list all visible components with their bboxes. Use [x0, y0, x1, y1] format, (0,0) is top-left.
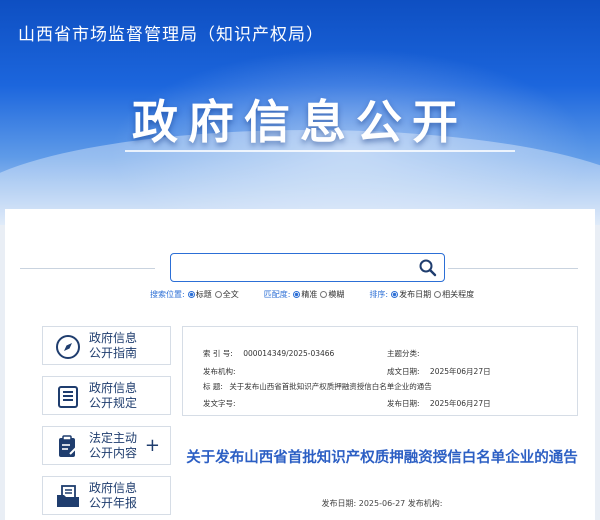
sidebar-label-line1: 政府信息	[89, 381, 138, 395]
sidebar-label-line1: 法定主动	[89, 431, 138, 445]
compass-icon	[56, 335, 80, 359]
search-options: 搜索位置: 标题 全文 匹配度: 精准 模糊 排序: 发布日期 相关程度	[150, 289, 499, 300]
sidebar-label-line1: 政府信息	[89, 481, 138, 495]
info-docno-label: 发文字号:	[203, 399, 236, 408]
expand-plus-icon[interactable]: +	[145, 435, 160, 456]
radio-exact[interactable]: 精准	[293, 289, 317, 300]
radio-title[interactable]: 标题	[187, 289, 212, 300]
radio-dot[interactable]	[187, 291, 195, 298]
info-created-label: 成文日期:	[387, 367, 420, 376]
radio-fuzzy[interactable]: 模糊	[320, 289, 344, 300]
search-divider-left	[20, 268, 155, 269]
sidebar-item-disclosure-guide[interactable]: 政府信息 公开指南	[42, 326, 171, 365]
info-published: 发布日期: 2025年06月27日	[387, 398, 491, 409]
info-org-label: 发布机构:	[203, 367, 236, 376]
info-created: 成文日期: 2025年06月27日	[387, 366, 491, 377]
site-name[interactable]: 山西省市场监督管理局（知识产权局）	[18, 20, 324, 45]
radio-publish-date[interactable]: 发布日期	[391, 289, 431, 300]
radio-relevance-label: 相关程度	[442, 290, 475, 299]
radio-title-label: 标题	[195, 290, 212, 299]
match-group: 匹配度: 精准 模糊	[264, 289, 348, 300]
document-info-table	[182, 326, 578, 416]
info-docno: 发文字号:	[203, 398, 236, 409]
notice-title: 关于发布山西省首批知识产权质押融资授信白名单企业的通告	[186, 450, 578, 466]
search-divider-right	[448, 268, 578, 269]
info-created-value: 2025年06月27日	[429, 367, 491, 376]
banner-divider	[125, 150, 515, 152]
info-published-value: 2025年06月27日	[429, 399, 491, 408]
banner-title: 政府信息公开	[132, 95, 468, 149]
list-document-icon	[58, 386, 78, 408]
radio-relevance[interactable]: 相关程度	[434, 289, 474, 300]
info-index-value: 000014349/2025-03466	[243, 349, 335, 358]
search-position-group: 搜索位置: 标题 全文	[150, 289, 242, 300]
sidebar-item-label: 政府信息 公开指南	[89, 331, 151, 361]
radio-dot[interactable]	[214, 291, 222, 298]
radio-dot[interactable]	[434, 291, 442, 298]
notice-meta: 发布日期: 2025-06-27 发布机构:	[321, 499, 443, 508]
sidebar-label-line1: 政府信息	[89, 331, 138, 345]
sort-label: 排序:	[369, 290, 389, 299]
info-category: 主题分类:	[387, 348, 420, 359]
info-title: 标 题: 关于发布山西省首批知识产权质押融资授信白名单企业的通告	[203, 381, 432, 392]
sidebar-item-annual-report[interactable]: 政府信息 公开年报	[42, 476, 171, 515]
radio-dot[interactable]	[391, 291, 399, 298]
search-position-label: 搜索位置:	[150, 290, 185, 299]
sidebar-label-line2: 公开年报	[89, 496, 138, 510]
sidebar-item-label: 法定主动 公开内容	[89, 431, 151, 461]
radio-fulltext[interactable]: 全文	[214, 289, 239, 300]
info-category-label: 主题分类:	[387, 349, 420, 358]
info-published-label: 发布日期:	[387, 399, 420, 408]
sidebar-item-mandatory-content[interactable]: 法定主动 公开内容 +	[42, 426, 171, 465]
info-title-label: 标 题:	[203, 382, 223, 391]
radio-dot[interactable]	[293, 291, 301, 298]
sidebar-item-disclosure-rules[interactable]: 政府信息 公开规定	[42, 376, 171, 415]
radio-fuzzy-label: 模糊	[328, 290, 345, 299]
info-index-label: 索 引 号:	[203, 349, 233, 358]
clipboard-edit-icon	[59, 435, 78, 457]
search-input[interactable]	[170, 253, 445, 282]
sidebar-label-line2: 公开指南	[89, 346, 138, 360]
match-label: 匹配度:	[263, 290, 291, 299]
search-icon[interactable]	[418, 258, 438, 278]
folder-document-icon	[57, 485, 79, 507]
header-banner: 山西省市场监督管理局（知识产权局） 政府信息公开	[0, 0, 600, 225]
radio-exact-label: 精准	[301, 290, 318, 299]
sort-group: 排序: 发布日期 相关程度	[369, 289, 477, 300]
sidebar-label-line2: 公开内容	[89, 446, 138, 460]
sidebar-item-label: 政府信息 公开年报	[89, 481, 151, 511]
radio-publish-date-label: 发布日期	[399, 290, 432, 299]
radio-dot[interactable]	[320, 291, 328, 298]
sidebar-label-line2: 公开规定	[89, 396, 138, 410]
sidebar-item-label: 政府信息 公开规定	[89, 381, 151, 411]
info-index: 索 引 号: 000014349/2025-03466	[203, 348, 334, 359]
info-org: 发布机构:	[203, 366, 236, 377]
info-title-value: 关于发布山西省首批知识产权质押融资授信白名单企业的通告	[229, 382, 432, 391]
radio-fulltext-label: 全文	[222, 290, 239, 299]
